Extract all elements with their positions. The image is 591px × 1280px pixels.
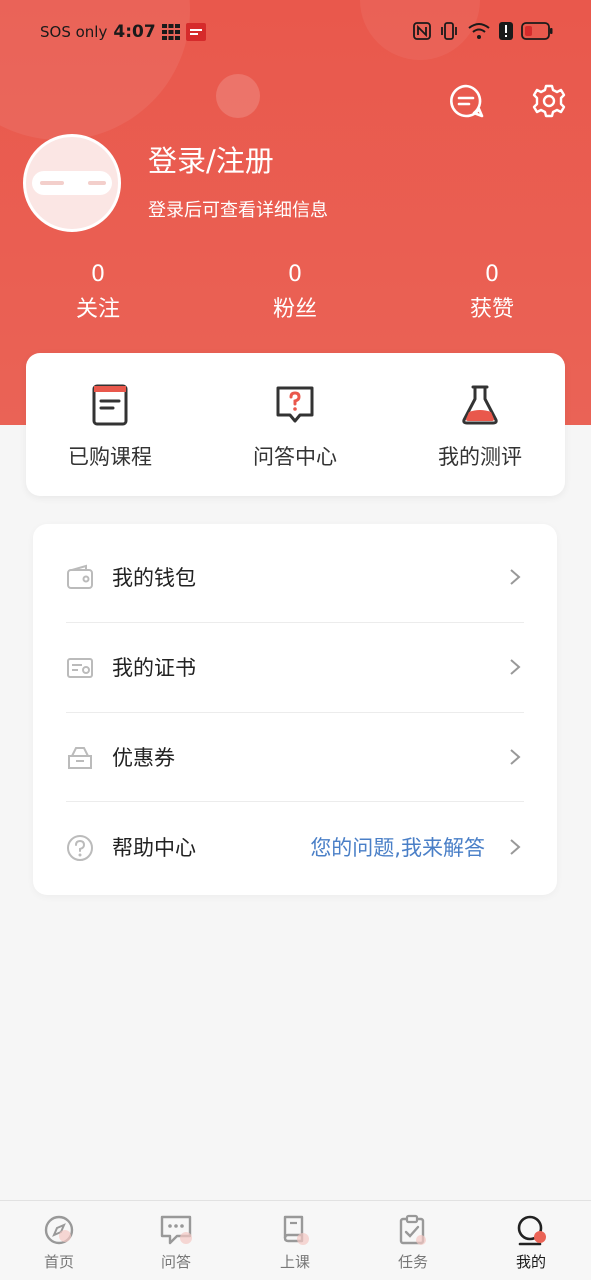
stat-followers[interactable]: 0 粉丝 xyxy=(235,262,355,323)
quick-actions-card: 已购课程 问答中心 我的测评 xyxy=(26,353,565,496)
chevron-right-icon xyxy=(510,569,521,585)
tab-label: 首页 xyxy=(43,1253,74,1271)
status-bar: SOS only 4:07 xyxy=(0,0,591,66)
carrier-text: SOS only xyxy=(40,23,108,41)
menu-item-certificate[interactable]: 我的证书 xyxy=(33,622,557,712)
chevron-right-icon xyxy=(510,839,521,855)
chevron-right-icon xyxy=(510,659,521,675)
tab-label: 上课 xyxy=(279,1253,310,1271)
stat-label: 关注 xyxy=(75,297,120,322)
stat-value: 0 xyxy=(288,262,302,287)
vibrate-icon xyxy=(441,22,457,40)
qa-center-button[interactable]: 问答中心 xyxy=(215,383,375,471)
qa-center-icon xyxy=(276,386,314,423)
tab-class[interactable]: 上课 xyxy=(255,1213,335,1272)
decor-bubble xyxy=(216,74,260,118)
tab-qa[interactable]: 问答 xyxy=(136,1213,216,1272)
gear-icon xyxy=(532,84,566,118)
my-assessment-button[interactable]: 我的测评 xyxy=(400,383,560,471)
compass-icon xyxy=(44,1215,74,1245)
profile-icon xyxy=(517,1215,546,1246)
menu-item-label: 帮助中心 xyxy=(112,836,196,860)
help-icon xyxy=(67,835,93,861)
stat-value: 0 xyxy=(485,262,499,287)
flask-icon xyxy=(462,385,498,425)
purchased-courses-button[interactable]: 已购课程 xyxy=(30,383,190,471)
clipboard-icon xyxy=(399,1214,426,1245)
menu-item-wallet[interactable]: 我的钱包 xyxy=(33,532,557,622)
login-register-link[interactable]: 登录/注册 xyxy=(148,138,274,180)
stat-following[interactable]: 0 关注 xyxy=(38,262,158,323)
menu-item-coupon[interactable]: 优惠券 xyxy=(33,712,557,802)
wallet-icon xyxy=(67,564,93,589)
bottom-tab-bar: 首页 问答 上课 任务 我的 xyxy=(0,1200,591,1280)
chat-icon xyxy=(160,1215,192,1245)
stat-label: 粉丝 xyxy=(272,297,317,322)
alert-icon xyxy=(499,22,513,40)
battery-icon xyxy=(521,22,553,40)
stat-value: 0 xyxy=(91,262,105,287)
stat-likes[interactable]: 0 获赞 xyxy=(432,262,552,323)
coupon-icon xyxy=(68,747,92,769)
menu-item-label: 我的钱包 xyxy=(112,566,196,590)
tab-tasks[interactable]: 任务 xyxy=(373,1213,453,1272)
avatar[interactable] xyxy=(23,134,121,232)
menu-item-label: 我的证书 xyxy=(112,656,196,680)
tab-home[interactable]: 首页 xyxy=(19,1213,99,1272)
quick-action-label: 我的测评 xyxy=(438,445,522,469)
purchased-courses-icon xyxy=(92,384,128,426)
stat-label: 获赞 xyxy=(469,297,514,322)
menu-card: 我的钱包 我的证书 优惠券 帮助中心 您的问题,我来解答 xyxy=(33,524,557,895)
avatar-placeholder-icon xyxy=(32,171,112,195)
message-button[interactable] xyxy=(447,82,485,120)
tab-mine[interactable]: 我的 xyxy=(491,1213,571,1272)
settings-button[interactable] xyxy=(530,82,568,120)
certificate-icon xyxy=(67,658,93,678)
quick-action-label: 问答中心 xyxy=(253,445,337,469)
quick-action-label: 已购课程 xyxy=(68,445,152,469)
nfc-icon xyxy=(413,22,431,40)
message-icon xyxy=(450,84,484,118)
chevron-right-icon xyxy=(510,749,521,765)
menu-item-label: 优惠券 xyxy=(112,746,175,770)
book-icon xyxy=(283,1215,309,1245)
tab-label: 问答 xyxy=(160,1253,191,1271)
menu-item-help-center[interactable]: 帮助中心 您的问题,我来解答 xyxy=(33,802,557,892)
tab-label: 我的 xyxy=(515,1253,546,1271)
help-hint-link[interactable]: 您的问题,我来解答 xyxy=(310,832,485,862)
tab-label: 任务 xyxy=(397,1253,428,1271)
news-app-icon xyxy=(185,23,206,41)
login-hint: 登录后可查看详细信息 xyxy=(148,200,328,221)
clock: 4:07 xyxy=(113,22,156,42)
wifi-icon xyxy=(468,23,490,39)
grid-icon xyxy=(161,24,180,40)
